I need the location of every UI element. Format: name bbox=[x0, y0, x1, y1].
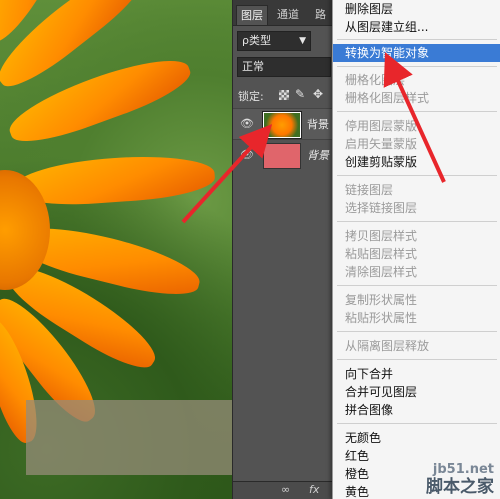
menu-item-no-color[interactable]: 无颜色 bbox=[333, 429, 500, 447]
layer-thumbnail bbox=[262, 111, 302, 139]
layer-name[interactable]: 背景 bbox=[307, 147, 329, 163]
lock-row: 锁定: ✎ ✥ bbox=[233, 87, 333, 105]
menu-item-paste-layer-style[interactable]: 粘贴图层样式 bbox=[333, 245, 500, 263]
lock-transparent-icon[interactable] bbox=[279, 90, 289, 100]
menu-item-convert-to-smart-object[interactable]: 转换为智能对象 bbox=[333, 44, 500, 62]
menu-item-enable-vector-mask[interactable]: 启用矢量蒙版 bbox=[333, 135, 500, 153]
panel-tabs: 图层 通道 路 bbox=[233, 0, 333, 26]
chevron-down-icon: ▼ bbox=[299, 36, 306, 46]
menu-item-flatten-image[interactable]: 拼合图像 bbox=[333, 401, 500, 419]
menu-item-select-linked-layers[interactable]: 选择链接图层 bbox=[333, 199, 500, 217]
fx-icon[interactable]: fx bbox=[309, 483, 319, 496]
layer-row-background-copy[interactable]: 👁 背景 bbox=[233, 139, 333, 170]
menu-item-copy-layer-style[interactable]: 拷贝图层样式 bbox=[333, 227, 500, 245]
blend-mode-select[interactable]: 正常 bbox=[237, 57, 331, 77]
lock-brush-icon[interactable]: ✎ bbox=[295, 87, 305, 101]
tab-paths[interactable]: 路 bbox=[311, 5, 330, 25]
menu-item-rasterize-layer[interactable]: 栅格化图层 bbox=[333, 71, 500, 89]
visibility-eye-icon[interactable]: 👁 bbox=[240, 118, 254, 130]
lock-move-icon[interactable]: ✥ bbox=[313, 87, 323, 101]
layer-filter-select[interactable]: ρ类型 ▼ bbox=[237, 31, 311, 51]
menu-item-rasterize-layer-style[interactable]: 栅格化图层样式 bbox=[333, 89, 500, 107]
menu-item-link-layers[interactable]: 链接图层 bbox=[333, 181, 500, 199]
tab-layers[interactable]: 图层 bbox=[236, 5, 268, 25]
menu-item-copy-shape-attributes[interactable]: 复制形状属性 bbox=[333, 291, 500, 309]
menu-item-paste-shape-attributes[interactable]: 粘贴形状属性 bbox=[333, 309, 500, 327]
layer-context-menu: 删除图层 从图层建立组... 转换为智能对象 栅格化图层 栅格化图层样式 停用图… bbox=[332, 0, 500, 499]
menu-item-group-from-layers[interactable]: 从图层建立组... bbox=[333, 18, 500, 36]
layer-thumbnail bbox=[263, 143, 301, 169]
layers-panel: 图层 通道 路 ρ类型 ▼ 正常 锁定: ✎ ✥ 👁 背景 👁 背景 ∞ fx bbox=[232, 0, 333, 499]
layer-name[interactable]: 背景 bbox=[307, 116, 329, 132]
watermark-name: 脚本之家 bbox=[426, 477, 494, 497]
menu-item-create-clipping-mask[interactable]: 创建剪贴蒙版 bbox=[333, 153, 500, 171]
canvas-photo bbox=[0, 0, 232, 499]
link-layers-icon[interactable]: ∞ bbox=[281, 483, 290, 496]
layer-filter-label: ρ类型 bbox=[242, 34, 271, 47]
menu-item-merge-visible[interactable]: 合并可见图层 bbox=[333, 383, 500, 401]
menu-item-release-from-isolation[interactable]: 从隔离图层释放 bbox=[333, 337, 500, 355]
menu-item-clear-layer-style[interactable]: 清除图层样式 bbox=[333, 263, 500, 281]
visibility-eye-icon[interactable]: 👁 bbox=[240, 149, 254, 161]
layer-row-background[interactable]: 👁 背景 bbox=[233, 108, 333, 139]
tab-channels[interactable]: 通道 bbox=[273, 5, 303, 25]
lock-label: 锁定: bbox=[238, 90, 264, 103]
menu-item-merge-down[interactable]: 向下合并 bbox=[333, 365, 500, 383]
menu-item-delete-layer[interactable]: 删除图层 bbox=[333, 0, 500, 18]
blurred-overlay bbox=[26, 400, 232, 475]
menu-item-disable-layer-mask[interactable]: 停用图层蒙版 bbox=[333, 117, 500, 135]
panel-bottom-bar: ∞ fx bbox=[233, 481, 333, 499]
blend-mode-label: 正常 bbox=[242, 60, 264, 73]
